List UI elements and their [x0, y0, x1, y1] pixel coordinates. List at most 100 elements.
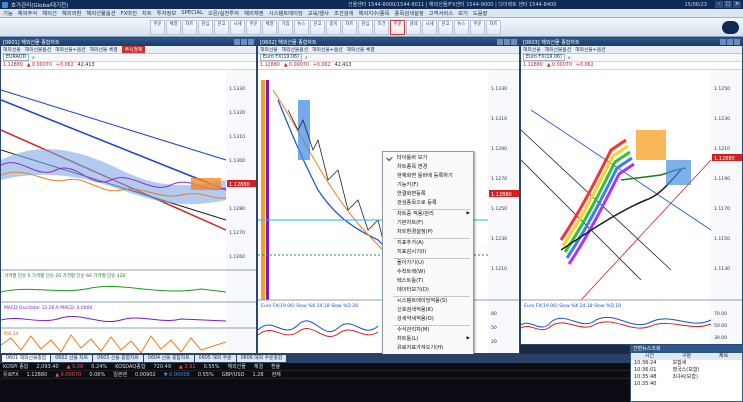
toolbar-button[interactable]: 잔고 — [310, 20, 325, 35]
tab-futures-fill[interactable]: 해외선물 체결 — [90, 46, 118, 53]
context-menu-item[interactable]: 차트종목 변경 — [383, 163, 473, 171]
context-menu-item[interactable]: 유료지표가져오기(H) — [383, 344, 473, 352]
toolbar-button[interactable]: 차트 — [182, 20, 197, 35]
toolbar-button[interactable]: 주문 — [470, 20, 485, 35]
toolbar-button[interactable]: 시세 — [230, 20, 245, 35]
menu-item[interactable]: 오픈/실전투자 — [208, 9, 239, 17]
toolbar-button[interactable]: 관심 — [198, 20, 213, 35]
menu-item[interactable]: 도움말 — [473, 9, 488, 17]
screen-tab[interactable]: 0606 해외 주문종합 — [236, 355, 287, 362]
toolbar-button[interactable]: 조건 — [374, 20, 389, 35]
toolbar-button[interactable]: 뉴스 — [454, 20, 469, 35]
toolbar-button[interactable]: 주문 — [390, 20, 405, 35]
context-menu-item[interactable]: 기본차트(F) — [383, 219, 473, 227]
tab-futures-plus-options[interactable]: 해외선물+옵션 — [312, 46, 343, 53]
context-menu-item[interactable]: 관심종목으로 등록 — [383, 199, 473, 207]
tab-futures-plus-options[interactable]: 해외선물+옵션 — [55, 46, 86, 53]
screen-tab[interactable]: 0601 해외선물종합 — [2, 355, 51, 362]
context-menu-item[interactable]: 수식관리자(M) — [383, 326, 473, 334]
context-menu-item[interactable]: 현재화면 툴바에 등록하기 — [383, 172, 473, 180]
menu-item[interactable]: 해외주식 — [18, 9, 38, 17]
toolbar-button[interactable]: 주문 — [246, 20, 261, 35]
screen-tab[interactable]: 0603 선물 종합차트 — [93, 355, 143, 362]
minimize-icon[interactable] — [497, 39, 503, 45]
maximize-icon[interactable] — [241, 39, 247, 45]
close-icon[interactable] — [734, 39, 740, 45]
toolbar-button[interactable]: 뉴스 — [294, 20, 309, 35]
context-menu-item[interactable]: 신호검색적용(K) — [383, 306, 473, 314]
toolbar-button[interactable]: 잔고 — [214, 20, 229, 35]
context-menu-item[interactable]: 텍스트툴(T) — [383, 277, 473, 285]
search-icon[interactable]: ⌕ — [568, 55, 571, 61]
tab-economy[interactable]: 주식경제 — [121, 46, 146, 53]
menu-item[interactable]: 기능 — [3, 9, 13, 17]
maximize-icon[interactable] — [727, 39, 733, 45]
minimize-icon[interactable] — [234, 39, 240, 45]
menu-item[interactable]: 해외선물옵션 — [86, 9, 115, 17]
search-icon[interactable]: ⌕ — [305, 55, 308, 61]
context-menu-item[interactable]: 돌아가기(U) — [383, 259, 473, 267]
menu-item[interactable]: 고객서비스 — [429, 9, 453, 17]
menu-item[interactable]: 해외지수/종목 — [358, 9, 389, 17]
context-menu-item[interactable]: 시스템트레이딩적용(S) — [383, 297, 473, 305]
tab-futures-options[interactable]: 해외선물옵션 — [545, 46, 571, 53]
context-menu-item[interactable]: 기능키(F) — [383, 181, 473, 189]
news-row[interactable]: 10:35:48 3녀씨(보합) — [631, 374, 742, 381]
context-menu-item[interactable]: 지표감시기(I) — [383, 248, 473, 256]
symbol-input[interactable]: Euro FX(19.06) — [523, 54, 565, 61]
screen-tab[interactable]: 0605 해외 주문 — [194, 355, 236, 362]
close-icon[interactable] — [248, 39, 254, 45]
toolbar-button[interactable]: 차트 — [486, 20, 501, 35]
maximize-icon[interactable] — [504, 39, 510, 45]
context-menu-item[interactable]: 지표추가(A) — [383, 239, 473, 247]
news-row[interactable]: 10:36:24 보합세 — [631, 360, 742, 367]
toolbar-button[interactable]: 차트 — [342, 20, 357, 35]
toolbar-button[interactable]: 체결 — [262, 20, 277, 35]
minimize-icon[interactable]: – — [715, 1, 723, 8]
news-row[interactable]: 10:35:40 — [631, 381, 742, 388]
menu-item[interactable]: 종목검색설정 — [395, 9, 424, 17]
context-menu-item[interactable]: 차트툴(L) ▶ — [383, 335, 473, 343]
tab-futures[interactable]: 해외선물 — [523, 46, 541, 53]
maximize-icon[interactable]: □ — [724, 1, 732, 8]
toolbar-button[interactable]: 검색 — [406, 20, 421, 35]
toolbar-button[interactable]: 잔고 — [438, 20, 453, 35]
tab-futures-options[interactable]: 해외선물옵션 — [25, 46, 51, 53]
price-chart-1[interactable]: 1.13301.13201.13101.13001.12901.12801.12… — [1, 70, 257, 354]
menu-item[interactable]: 보기 — [458, 9, 468, 17]
close-icon[interactable]: × — [733, 1, 741, 8]
menu-item[interactable]: 조건검색 — [334, 9, 354, 17]
toolbar-button[interactable]: 관심 — [358, 20, 373, 35]
tab-futures[interactable]: 해외선물 — [260, 46, 278, 53]
menu-item[interactable]: 시스템트레이딩 — [269, 9, 303, 17]
toolbar-button[interactable]: 체결 — [166, 20, 181, 35]
search-icon[interactable]: ⌕ — [32, 55, 35, 61]
toolbar-button[interactable]: 기업 — [278, 20, 293, 35]
symbol-input[interactable]: Euro FX(19.06) — [260, 54, 302, 61]
context-menu-item[interactable]: 연결화면등록 — [383, 190, 473, 198]
screen-tab[interactable]: 0602 선물 차트 — [51, 355, 93, 362]
context-menu-item[interactable]: 타이틀바 보기 — [383, 154, 473, 162]
menu-item[interactable]: FX마진 — [121, 9, 137, 17]
tab-futures-fill[interactable]: 해외선물 체결 — [347, 46, 375, 53]
menu-item[interactable]: 차트 — [142, 9, 152, 17]
toolbar-button[interactable]: 종목 — [326, 20, 341, 35]
tab-futures[interactable]: 해외선물 — [3, 46, 21, 53]
context-menu-item[interactable]: 수직트랙(W) — [383, 268, 473, 276]
menu-item[interactable]: 해외외환 — [62, 9, 82, 17]
news-row[interactable]: 10:36:01 영국스(보합) — [631, 367, 742, 374]
toolbar-button[interactable]: 주문 — [150, 20, 165, 35]
screen-tab[interactable]: 0604 선물 종합차트 — [143, 355, 194, 362]
context-menu-item[interactable]: 데이터보기(D) — [383, 286, 473, 294]
symbol-input[interactable]: EURAUD — [3, 54, 30, 61]
price-chart-3[interactable]: 1.1250 1.1230 1.1210 1.1190 1.1170 1.1150 1.11… — [521, 70, 743, 345]
close-icon[interactable] — [511, 39, 517, 45]
minimize-icon[interactable] — [720, 39, 726, 45]
toolbar-button[interactable]: 시세 — [422, 20, 437, 35]
tab-futures-plus-options[interactable]: 해외선물+옵션 — [575, 46, 606, 53]
menu-item[interactable]: 해외선 — [42, 9, 57, 17]
context-menu-item[interactable]: 차트중 적용/관리 ▶ — [383, 210, 473, 218]
tab-futures-options[interactable]: 해외선물옵션 — [282, 46, 308, 53]
menu-item[interactable]: 해외채권 — [244, 9, 264, 17]
context-menu-item[interactable]: 강세약세적용(O) — [383, 315, 473, 323]
